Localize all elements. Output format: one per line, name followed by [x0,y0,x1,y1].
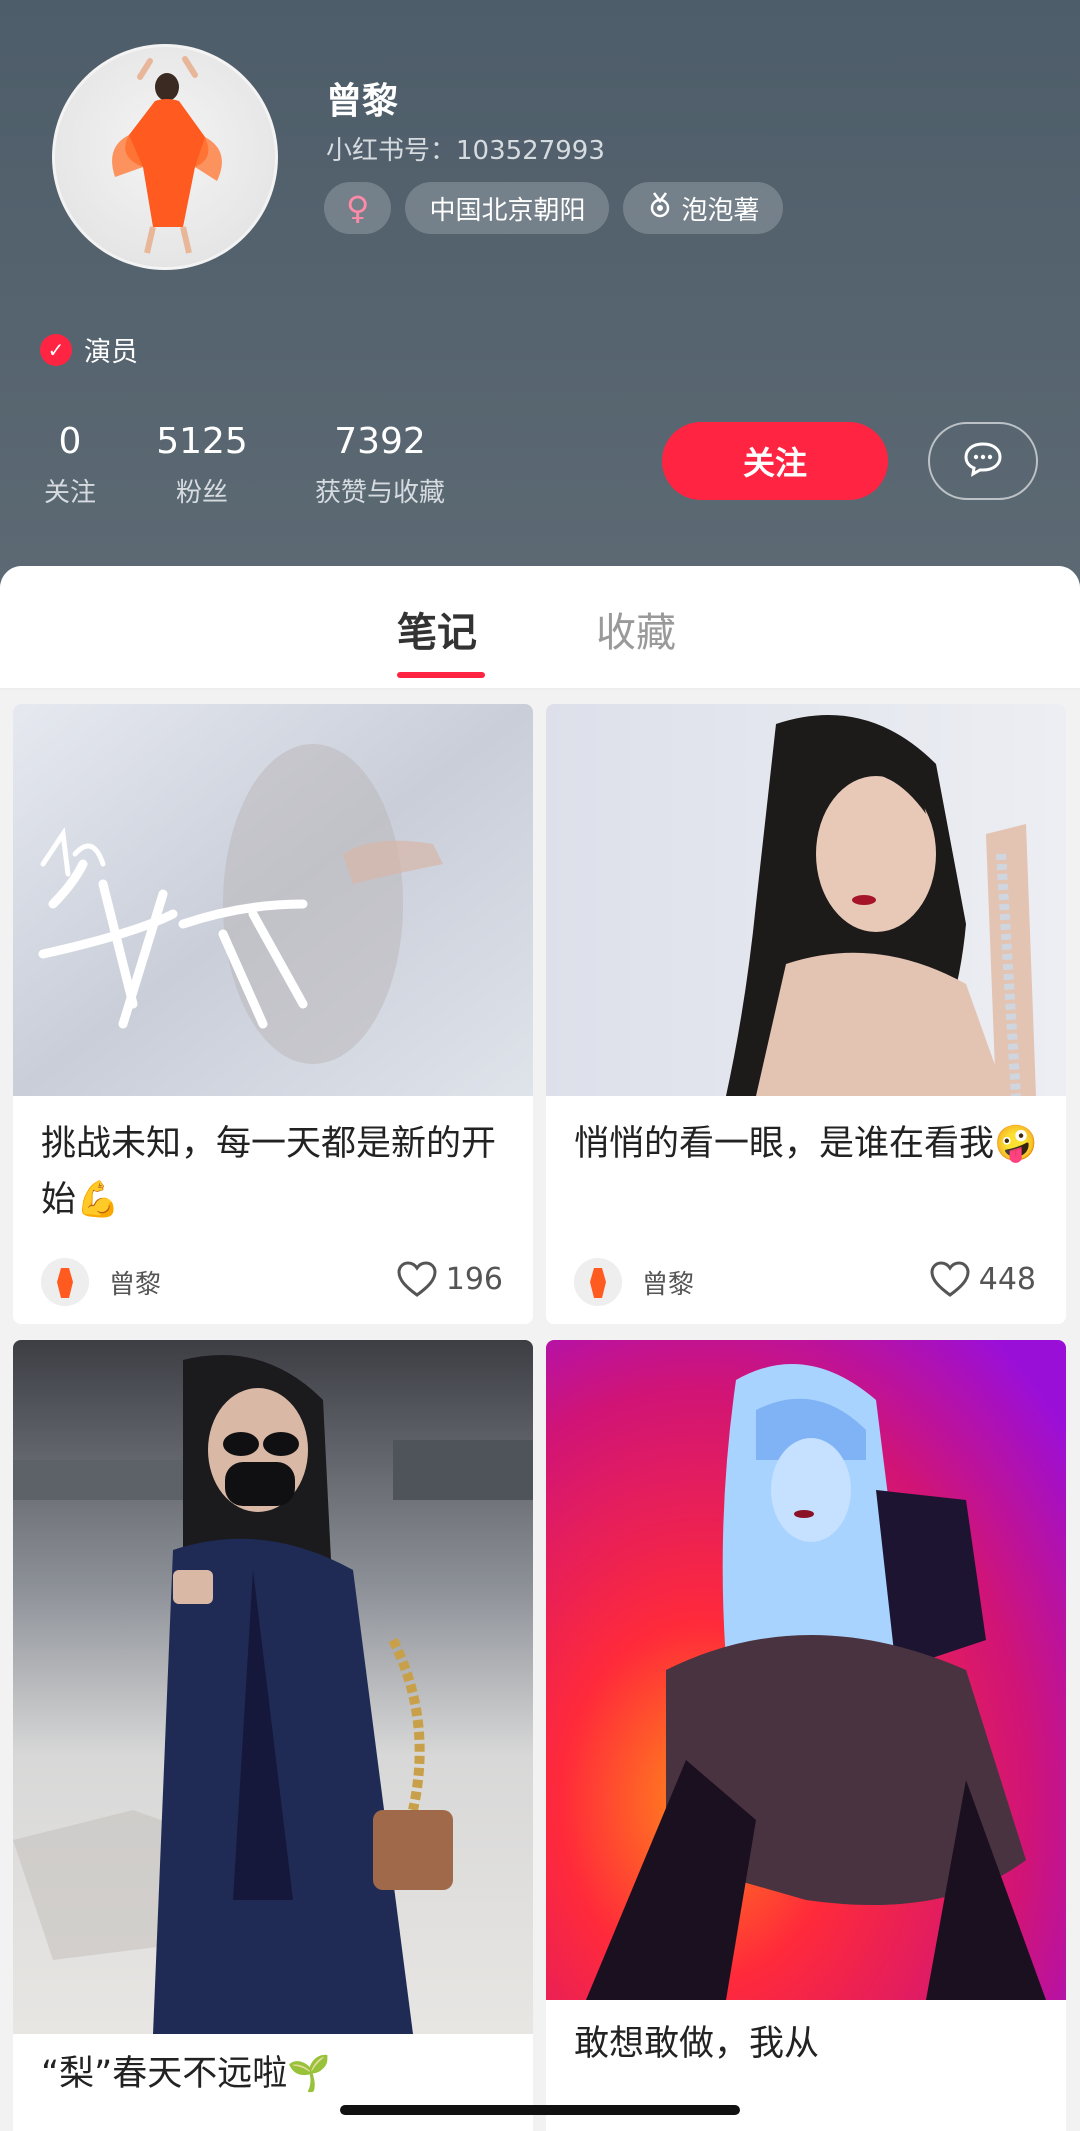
stat-following-value: 0 [58,421,82,462]
heart-icon [397,1261,437,1297]
location-label: 中国北京朝阳 [429,195,586,226]
like-count: 448 [978,1261,1036,1297]
stat-followers-label: 粉丝 [175,478,228,508]
heart-icon [930,1261,970,1297]
chat-bubble-icon [963,441,1003,481]
note-cover-image[interactable] [546,704,1066,1097]
stat-likes-label: 获赞与收藏 [314,478,445,508]
note-title: 敢想敢做，我从 [574,2024,820,2064]
location-tag: 中国北京朝阳 [405,182,610,234]
female-icon: ♀ [346,189,370,227]
profile-name: 曾黎 [326,81,399,122]
home-indicator[interactable] [340,2105,740,2115]
stat-likes-value: 7392 [334,421,426,462]
profile-header: 曾黎 小红书号：103527993 ♀ 中国北京朝阳 泡泡薯 ✓ 演员 0 关注… [0,0,1080,600]
note-cover-image[interactable] [13,704,533,1096]
tab-bar: 笔记 收藏 [0,566,1080,690]
notes-section: 笔记 收藏 挑战未知，每一天都是新的开始💪 曾黎 196 悄悄的看一眼，是谁在看… [0,566,1080,2131]
tab-collections[interactable]: 收藏 [596,600,676,658]
tab-active-indicator [397,672,485,678]
medal-icon [647,191,673,226]
note-card[interactable]: 悄悄的看一眼，是谁在看我🤪 曾黎 448 [546,704,1066,1324]
level-label: 泡泡薯 [681,195,760,226]
author-avatar [41,1258,89,1306]
like-count: 196 [445,1261,503,1297]
note-author[interactable]: 曾黎 [41,1258,161,1306]
tab-notes[interactable]: 笔记 [397,600,477,658]
verified-check-icon: ✓ [40,333,72,366]
gender-tag: ♀ [324,182,392,234]
author-name: 曾黎 [109,1269,162,1300]
note-author[interactable]: 曾黎 [574,1258,694,1306]
note-card[interactable]: “梨”春天不远啦🌱 [13,1340,533,2131]
note-card[interactable]: 挑战未知，每一天都是新的开始💪 曾黎 196 [13,704,533,1324]
stat-following-label: 关注 [43,478,96,508]
note-card[interactable]: 敢想敢做，我从 [546,1340,1066,2131]
like-counter[interactable]: 448 [929,1260,1036,1298]
author-avatar [574,1258,622,1306]
note-title: 悄悄的看一眼，是谁在看我🤪 [574,1124,1038,1164]
profile-id: 小红书号：103527993 [326,136,605,166]
note-title: “梨”春天不远啦🌱 [41,2054,331,2094]
stat-followers[interactable]: 5125 粉丝 [150,420,254,509]
note-title: 挑战未知，每一天都是新的开始💪 [41,1124,497,1220]
note-cover-image[interactable] [546,1340,1066,2000]
message-button[interactable] [928,422,1038,500]
verification-label: 演员 [84,337,138,368]
like-counter[interactable]: 196 [396,1260,503,1298]
profile-avatar[interactable] [52,44,278,270]
stat-likes-collects[interactable]: 7392 获赞与收藏 [300,420,460,509]
follow-button[interactable]: 关注 [662,422,888,500]
profile-tags: ♀ 中国北京朝阳 泡泡薯 [324,182,784,234]
tab-divider [0,688,1080,690]
level-tag[interactable]: 泡泡薯 [623,182,784,234]
stat-following[interactable]: 0 关注 [30,420,110,509]
author-name: 曾黎 [642,1269,695,1300]
verification-badge: ✓ 演员 [40,330,138,369]
stat-followers-value: 5125 [156,421,248,462]
note-cover-image[interactable] [13,1340,533,2034]
